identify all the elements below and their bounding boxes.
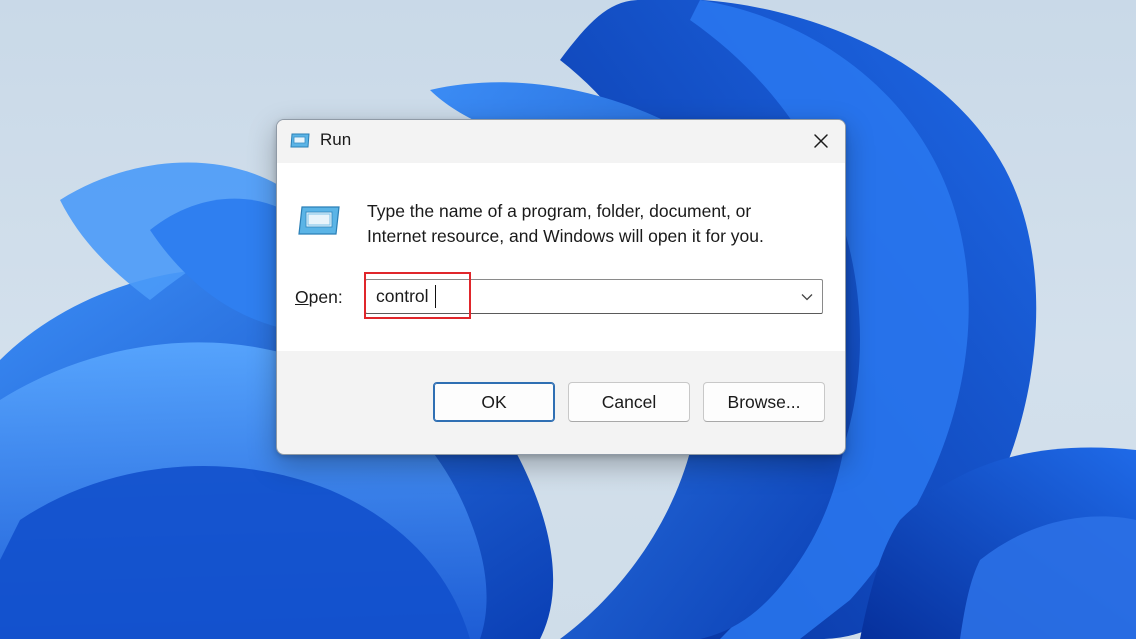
- close-icon: [814, 134, 828, 148]
- open-combobox[interactable]: [365, 279, 823, 314]
- dialog-title: Run: [320, 130, 352, 149]
- close-button[interactable]: [803, 124, 839, 158]
- title-bar[interactable]: Run: [277, 120, 845, 163]
- run-dialog: Run Type the name of a program, folder, …: [276, 119, 846, 455]
- dialog-description: Type the name of a program, folder, docu…: [367, 199, 817, 249]
- desktop: Run Type the name of a program, folder, …: [0, 0, 1136, 639]
- open-label: Open:: [295, 287, 343, 307]
- text-caret: [435, 285, 436, 308]
- description-line-2: Internet resource, and Windows will open…: [367, 226, 764, 246]
- dropdown-button[interactable]: [798, 288, 816, 306]
- cancel-button[interactable]: Cancel: [568, 382, 690, 422]
- dialog-content: Type the name of a program, folder, docu…: [277, 163, 845, 351]
- browse-button[interactable]: Browse...: [703, 382, 825, 422]
- chevron-down-icon: [801, 294, 813, 301]
- description-line-1: Type the name of a program, folder, docu…: [367, 201, 752, 221]
- run-icon: [298, 206, 340, 235]
- open-input[interactable]: [366, 280, 796, 313]
- run-icon: [290, 133, 310, 148]
- ok-button[interactable]: OK: [433, 382, 555, 422]
